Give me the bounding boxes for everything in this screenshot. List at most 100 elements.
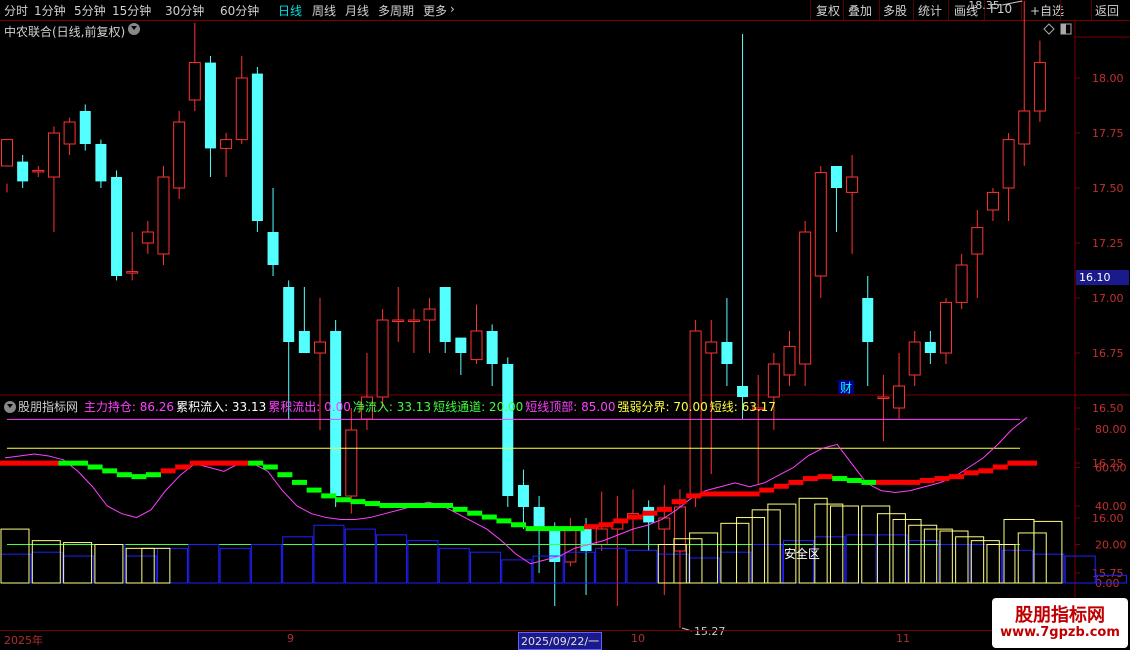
channel-step-35 xyxy=(511,522,526,528)
watermark-title: 股朋指标网 xyxy=(1015,605,1105,626)
candle-body-37 xyxy=(580,529,592,551)
date-label-oct: 10 xyxy=(631,632,645,645)
candle-body-64 xyxy=(1002,139,1015,189)
inflow-bar-12 xyxy=(188,544,220,584)
current-price-tag: 16.10 xyxy=(1076,270,1129,285)
inflow-bar-2 xyxy=(31,551,63,584)
legend-item-6: 强弱分界: 70.00 xyxy=(617,400,708,414)
channel-step-9 xyxy=(131,474,147,480)
candle-body-9 xyxy=(141,231,154,244)
candle-body-29 xyxy=(455,337,467,353)
channel-step-64 xyxy=(934,476,950,482)
acc-bar-26 xyxy=(1033,520,1063,584)
candle-body-0 xyxy=(1,139,13,167)
inflow-bar-6 xyxy=(94,544,126,584)
channel-step-42 xyxy=(613,518,629,524)
channel-step-47 xyxy=(686,493,702,499)
candle-body-3 xyxy=(47,132,60,178)
channel-step-25 xyxy=(365,501,380,507)
candle-body-51 xyxy=(799,231,812,365)
candle-body-24 xyxy=(376,319,389,398)
inflow-bar-30 xyxy=(470,551,501,584)
channel-step-63 xyxy=(919,477,935,483)
candle-body-15 xyxy=(235,77,248,141)
channel-step-70 xyxy=(1022,460,1037,466)
inflow-bar-32 xyxy=(501,559,533,584)
inflow-bar-18 xyxy=(282,536,314,584)
channel-step-57 xyxy=(832,476,848,482)
legend-item-1: 累积流入: 33.13 xyxy=(176,400,267,414)
inflow-bar-60 xyxy=(939,544,971,584)
price-tick-label-1: 17.75 xyxy=(1092,127,1124,140)
candle-body-18 xyxy=(283,287,295,342)
inflow-bar-58 xyxy=(908,540,940,584)
candle-body-66 xyxy=(1033,62,1046,112)
inflow-bar-66 xyxy=(1033,553,1065,584)
channel-step-19 xyxy=(277,472,293,478)
inflow-bar-64 xyxy=(1002,549,1034,584)
candle-body-49 xyxy=(767,363,780,398)
candle-body-19 xyxy=(298,331,310,353)
acc-bar-0 xyxy=(0,528,30,584)
channel-step-51 xyxy=(744,491,760,497)
channel-step-33 xyxy=(481,514,497,520)
acc-bar-1 xyxy=(31,540,61,584)
channel-step-60 xyxy=(876,479,891,485)
inflow-bar-0 xyxy=(0,553,32,584)
channel-step-30 xyxy=(438,503,453,508)
channel-step-61 xyxy=(890,479,906,485)
inflow-bar-22 xyxy=(344,528,376,584)
channel-step-16 xyxy=(233,460,249,466)
candle-body-63 xyxy=(986,191,999,211)
candle-body-20 xyxy=(314,341,326,354)
inflow-bar-40 xyxy=(626,549,658,584)
candle-body-17 xyxy=(267,232,279,265)
inflow-bar-44 xyxy=(689,557,721,584)
candle-body-10 xyxy=(157,176,170,255)
legend-item-0: 主力持仓: 86.26 xyxy=(83,400,175,414)
candle-body-30 xyxy=(470,330,483,361)
channel-step-17 xyxy=(248,460,264,466)
candle-body-12 xyxy=(188,62,201,101)
channel-step-8 xyxy=(116,472,132,478)
candle-body-46 xyxy=(721,342,733,364)
channel-step-36 xyxy=(525,526,541,532)
inflow-bar-10 xyxy=(157,547,188,584)
inflow-bar-68 xyxy=(1064,555,1096,584)
channel-step-2 xyxy=(29,460,45,466)
safe-zone-label: 安全区 xyxy=(784,546,820,561)
chart-canvas[interactable]: 18.0017.7517.5017.2517.0016.7516.5016.25… xyxy=(0,0,1130,650)
candle-body-62 xyxy=(971,227,984,255)
channel-step-18 xyxy=(262,464,278,470)
inflow-bar-4 xyxy=(63,555,95,584)
ind-tick-label-2: 40.00 xyxy=(1095,500,1127,513)
legend-item-2: 累积流出: 0.00 xyxy=(268,400,351,414)
channel-step-59 xyxy=(861,479,877,485)
ind-tick-label-1: 60.00 xyxy=(1095,462,1127,475)
candle-body-57 xyxy=(893,385,906,409)
candle-body-55 xyxy=(862,298,874,342)
channel-step-40 xyxy=(584,524,599,530)
acc-bar-19 xyxy=(908,524,938,584)
candle-body-36 xyxy=(564,528,577,563)
acc-bar-4 xyxy=(125,547,155,584)
channel-step-1 xyxy=(14,460,30,466)
channel-step-10 xyxy=(146,472,161,478)
candle-body-32 xyxy=(502,364,514,496)
candle-body-58 xyxy=(908,341,921,376)
price-tick-label-4: 17.00 xyxy=(1092,292,1124,305)
channel-step-14 xyxy=(204,460,220,466)
acc-bar-14 xyxy=(814,503,844,584)
channel-step-54 xyxy=(788,479,804,485)
channel-step-41 xyxy=(598,522,614,528)
candle-body-53 xyxy=(830,166,842,188)
candle-body-59 xyxy=(924,342,936,353)
indicator-dropdown-icon[interactable] xyxy=(4,401,16,413)
price-tick-label-8: 16.00 xyxy=(1092,512,1124,525)
candle-body-50 xyxy=(783,345,796,376)
candle-body-61 xyxy=(955,264,968,303)
channel-step-55 xyxy=(803,476,818,482)
ind-tick-label-3: 20.00 xyxy=(1095,539,1127,552)
channel-step-44 xyxy=(642,510,658,516)
channel-step-0 xyxy=(0,460,15,466)
